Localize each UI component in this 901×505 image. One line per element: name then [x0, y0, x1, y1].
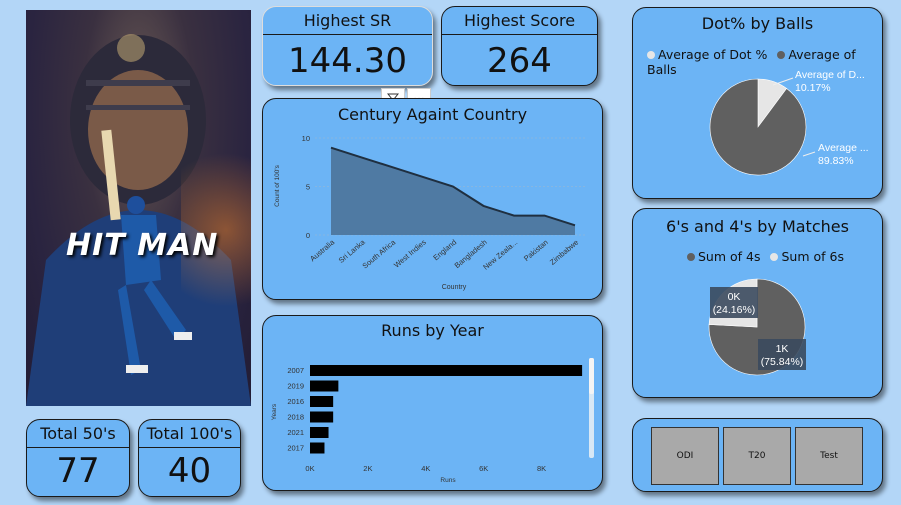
- scrollbar-thumb: [589, 358, 594, 394]
- kpi-title: Highest Score: [442, 7, 597, 35]
- bar: [310, 442, 325, 454]
- player-photo: HIT MAN: [26, 10, 251, 406]
- leader-line: [802, 151, 816, 157]
- slice-value: 10.17%: [795, 82, 831, 94]
- kpi-title: Total 100's: [139, 420, 240, 448]
- slice-label-sixes: 0K: [728, 291, 741, 303]
- y-tick-label: 2016: [287, 397, 304, 406]
- x-tick-label: Australia: [308, 237, 337, 263]
- x-tick-label: 6K: [479, 464, 488, 473]
- century-area-chart: 0510Australia Sri LankaSouth AfricaWest I…: [274, 134, 585, 291]
- kpi-title: Total 50's: [27, 420, 129, 448]
- century-chart-card[interactable]: Century Againt Country 0 5 10 Australia Sri …: [262, 98, 603, 300]
- x-tick-label: England: [431, 238, 458, 263]
- x-axis-label: Country: [442, 284, 467, 291]
- kpi-total-50s[interactable]: Total 50's 77: [26, 419, 130, 497]
- y-tick-label: 2018: [287, 413, 304, 422]
- kpi-value: 40: [167, 451, 212, 491]
- kpi-value: 264: [487, 41, 552, 81]
- x-axis-label: Runs: [440, 477, 456, 484]
- slice-value: 89.83%: [818, 155, 854, 167]
- x-tick-label: Zimbabwe: [548, 238, 580, 267]
- dot-pie-card[interactable]: Dot% by Balls Average of Dot % Average o…: [632, 7, 883, 199]
- y-tick-label: 2007: [287, 366, 304, 375]
- t20-button[interactable]: T20: [723, 427, 791, 485]
- x-tick-label: 2K: [363, 464, 372, 473]
- boundary-pie-card[interactable]: 6's and 4's by Matches Sum of 4s Sum of …: [632, 208, 883, 398]
- kpi-total-100s[interactable]: Total 100's 40: [138, 419, 241, 497]
- x-tick-label: South Africa: [361, 237, 398, 270]
- y-tick-label: 2017: [287, 444, 304, 453]
- leader-line: [772, 77, 794, 86]
- pie-slice: [709, 78, 807, 176]
- y-tick-label: 2021: [287, 428, 304, 437]
- test-button[interactable]: Test: [795, 427, 863, 485]
- dot-pie-chart: Average of D...10.17% Average ...89.83%: [709, 69, 869, 176]
- slice-label-fours: 1K: [776, 343, 789, 355]
- bar: [310, 427, 329, 438]
- slice-label: Average ...: [818, 142, 869, 154]
- bar: [310, 411, 334, 423]
- x-tick-label: 4K: [421, 464, 430, 473]
- y-tick-label: 2019: [287, 382, 304, 391]
- slice-label-fours-value: (75.84%): [761, 356, 804, 368]
- bar: [310, 380, 339, 392]
- kpi-highest-score[interactable]: Highest Score 264: [441, 6, 598, 86]
- kpi-highest-sr[interactable]: Highest SR 144.30: [262, 6, 433, 86]
- x-tick-label: Pakistan: [522, 238, 550, 263]
- bar: [310, 365, 583, 376]
- slice-label: Average of D...: [795, 69, 865, 81]
- format-slicer: ODI T20 Test: [632, 418, 883, 492]
- runs-bar-chart: 2007 2019 2016 2018 2021 2017 0K 2K 4K 6K 8K Runs Ye…: [271, 358, 594, 484]
- x-tick-label: 8K: [537, 464, 546, 473]
- y-tick-label: 5: [306, 183, 310, 192]
- runs-chart-card[interactable]: Runs by Year 2007 2019 2016 2018 2021 2017 0K 2…: [262, 315, 603, 491]
- slice-label-sixes-value: (24.16%): [713, 304, 756, 316]
- y-axis-label: Count of 100's: [274, 164, 281, 206]
- y-tick-label: 10: [302, 134, 310, 143]
- odi-button[interactable]: ODI: [651, 427, 719, 485]
- kpi-title: Highest SR: [263, 7, 432, 35]
- y-tick-label: 0: [306, 231, 310, 240]
- kpi-value: 77: [56, 451, 100, 491]
- boundary-pie-chart: 0K(24.16%) 1K(75.84%): [708, 278, 806, 376]
- x-tick-label: West Indies: [392, 237, 428, 269]
- bar: [310, 396, 334, 407]
- x-tick-label: 0K: [305, 464, 314, 473]
- kpi-value: 144.30: [288, 41, 407, 81]
- chart-title: Runs by Year: [381, 321, 484, 340]
- area-fill: [331, 147, 575, 235]
- hitman-text: HIT MAN: [66, 228, 219, 263]
- y-axis-label: Years: [271, 403, 278, 420]
